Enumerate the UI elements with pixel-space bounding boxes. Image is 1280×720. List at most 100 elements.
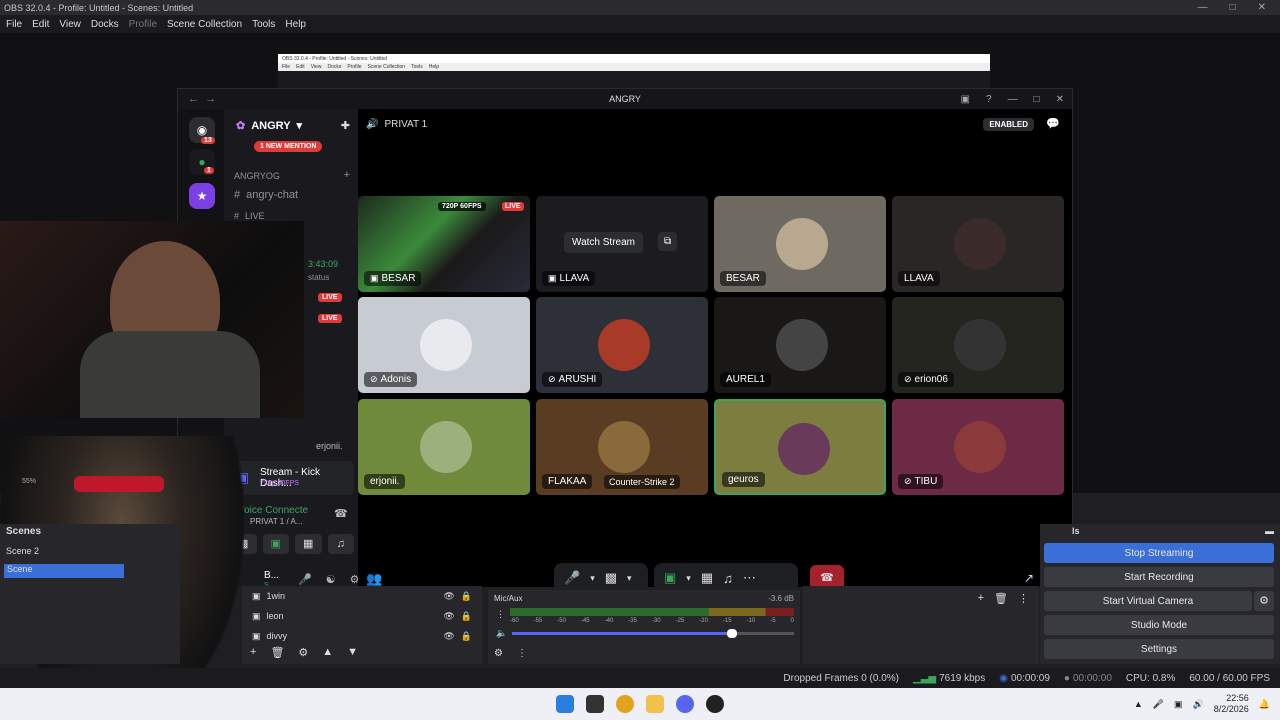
scene-item[interactable]: Scene 2: [6, 546, 39, 556]
discord-icon[interactable]: [676, 695, 694, 713]
chrome-icon[interactable]: [616, 695, 634, 713]
microphone-icon[interactable]: 🎤: [564, 570, 580, 586]
participant-tile[interactable]: erjonii.: [358, 399, 530, 495]
watch-stream-button[interactable]: Watch Stream: [564, 232, 643, 253]
menu-profile[interactable]: Profile: [129, 19, 157, 30]
file-explorer-icon[interactable]: [646, 695, 664, 713]
screen-share-icon[interactable]: ▣: [262, 534, 289, 554]
scene-item-selected[interactable]: Scene: [4, 564, 124, 578]
menu-scene-collection[interactable]: Scene Collection: [167, 19, 242, 30]
disconnect-icon[interactable]: ☎: [334, 507, 348, 520]
camera-off-icon[interactable]: ▩: [605, 570, 617, 586]
voice-connected-label[interactable]: Voice Connecte: [238, 505, 308, 516]
minimize-icon[interactable]: —: [1008, 94, 1018, 105]
new-mention-pill[interactable]: 1 NEW MENTION: [254, 141, 323, 152]
start-recording-button[interactable]: Start Recording: [1044, 567, 1274, 587]
source-item[interactable]: ▣ 1win 👁 🔒: [252, 586, 472, 606]
microphone-icon[interactable]: 🎤: [298, 573, 312, 586]
chevron-up-icon[interactable]: ▲: [322, 646, 333, 659]
participant-tile[interactable]: FLAKAA Counter-Strike 2: [536, 399, 708, 495]
menu-file[interactable]: File: [6, 19, 22, 30]
chevron-down-icon[interactable]: ▾: [686, 573, 691, 584]
microphone-icon[interactable]: 🎤: [1153, 699, 1164, 710]
menu-edit[interactable]: Edit: [32, 19, 49, 30]
volume-icon[interactable]: 🔊: [1193, 699, 1204, 710]
volume-slider-knob[interactable]: [726, 629, 737, 638]
enabled-badge[interactable]: ENABLED: [983, 118, 1034, 131]
close-icon[interactable]: ✕: [1258, 2, 1266, 13]
audio-settings-icon[interactable]: ⚙: [494, 648, 503, 659]
voice-user[interactable]: erjonii.: [316, 441, 343, 451]
menu-view[interactable]: View: [59, 19, 81, 30]
discord-window[interactable]: ← → ANGRY ▣ ? — □ ✕ ◉ 13 ● 1 ★ ✿ ANGRY ▾…: [177, 88, 1073, 593]
channel-item[interactable]: # angry-chat: [234, 189, 298, 201]
chevron-down-icon[interactable]: ▾: [627, 573, 632, 584]
visibility-icon[interactable]: 👁: [443, 631, 454, 642]
lock-icon[interactable]: 🔒: [461, 591, 472, 602]
visibility-icon[interactable]: 👁: [443, 591, 454, 602]
participant-tile[interactable]: ⊘ erion06: [892, 297, 1064, 393]
popout-stream-icon[interactable]: ⧉: [658, 232, 678, 251]
add-icon[interactable]: +: [978, 592, 984, 605]
add-friend-icon[interactable]: ✚: [341, 119, 350, 132]
more-icon[interactable]: ⋯: [743, 570, 756, 586]
lock-icon[interactable]: 🔒: [461, 611, 472, 622]
studio-mode-button[interactable]: Studio Mode: [1044, 615, 1274, 635]
chevron-down-icon[interactable]: ▾: [590, 573, 595, 584]
trash-icon[interactable]: 🗑: [270, 646, 284, 659]
voice-channel-path[interactable]: PRIVAT 1 / A...: [250, 517, 302, 526]
popout-icon[interactable]: ↗: [1024, 571, 1034, 585]
channel-category[interactable]: ANGRYOG: [234, 171, 280, 181]
more-icon[interactable]: ⋮: [517, 648, 527, 659]
menu-tools[interactable]: Tools: [252, 19, 275, 30]
network-icon[interactable]: ▣: [1174, 699, 1183, 710]
back-forward-icon[interactable]: ← →: [188, 93, 216, 105]
source-item[interactable]: ▣ divvy 👁 🔒: [252, 626, 472, 646]
participant-tile[interactable]: ▣ LLAVA Watch Stream ⧉: [536, 196, 708, 292]
channel-item[interactable]: # LIVE: [234, 211, 265, 221]
participant-tile[interactable]: AUREL1: [714, 297, 886, 393]
invite-icon[interactable]: 👥: [366, 571, 382, 587]
stop-streaming-button[interactable]: Stop Streaming: [1044, 543, 1274, 563]
gear-icon[interactable]: ⚙: [298, 646, 308, 659]
maximize-icon[interactable]: □: [1034, 94, 1040, 105]
soundboard-icon[interactable]: ♫: [723, 571, 733, 586]
task-view-icon[interactable]: [586, 695, 604, 713]
server-name[interactable]: ANGRY: [251, 120, 290, 132]
notifications-icon[interactable]: 🔔: [1259, 699, 1270, 710]
chevron-down-icon[interactable]: ▼: [347, 646, 358, 659]
participant-tile[interactable]: ⊘ TIBU: [892, 399, 1064, 495]
server-icon[interactable]: ★: [189, 183, 215, 209]
inbox-icon[interactable]: ▣: [961, 94, 970, 105]
menu-docks[interactable]: Docks: [91, 19, 119, 30]
participant-tile[interactable]: ⊘ ARUSHI: [536, 297, 708, 393]
participant-tile[interactable]: geuros: [714, 399, 886, 495]
volume-slider[interactable]: [512, 629, 794, 638]
more-icon[interactable]: ⋮: [1018, 592, 1029, 605]
activities-icon[interactable]: ▦: [701, 570, 713, 586]
settings-button[interactable]: Settings: [1044, 639, 1274, 659]
stream-card[interactable]: ▣ Stream - Kick Dash... 720p 60FPS: [230, 461, 354, 495]
lock-icon[interactable]: 🔒: [461, 631, 472, 642]
participant-tile[interactable]: LLAVA: [892, 196, 1064, 292]
more-icon[interactable]: ⋮: [496, 609, 505, 620]
participant-tile[interactable]: ⊘ Adonis: [358, 297, 530, 393]
menu-help[interactable]: Help: [285, 19, 306, 30]
maximize-icon[interactable]: □: [1230, 2, 1236, 13]
dock-float-icon[interactable]: ▬: [1265, 526, 1274, 536]
windows-start-icon[interactable]: [556, 695, 574, 713]
activities-icon[interactable]: ▦: [295, 534, 322, 554]
add-icon[interactable]: +: [250, 646, 256, 659]
visibility-icon[interactable]: 👁: [443, 611, 454, 622]
participant-tile[interactable]: ▣ BESAR 720P 60FPS LIVE: [358, 196, 530, 292]
obs-icon[interactable]: [706, 695, 724, 713]
gear-icon[interactable]: ⚙: [1254, 591, 1274, 611]
participant-tile[interactable]: BESAR: [714, 196, 886, 292]
close-icon[interactable]: ✕: [1056, 94, 1064, 105]
source-item[interactable]: ▣ leon 👁 🔒: [252, 606, 472, 626]
clock[interactable]: 22:56 8/2/2026: [1214, 693, 1249, 715]
chevron-up-icon[interactable]: ▲: [1134, 699, 1143, 709]
chevron-down-icon[interactable]: ▾: [297, 119, 303, 132]
chat-icon[interactable]: 💬: [1046, 117, 1060, 130]
trash-icon[interactable]: 🗑: [994, 592, 1008, 605]
